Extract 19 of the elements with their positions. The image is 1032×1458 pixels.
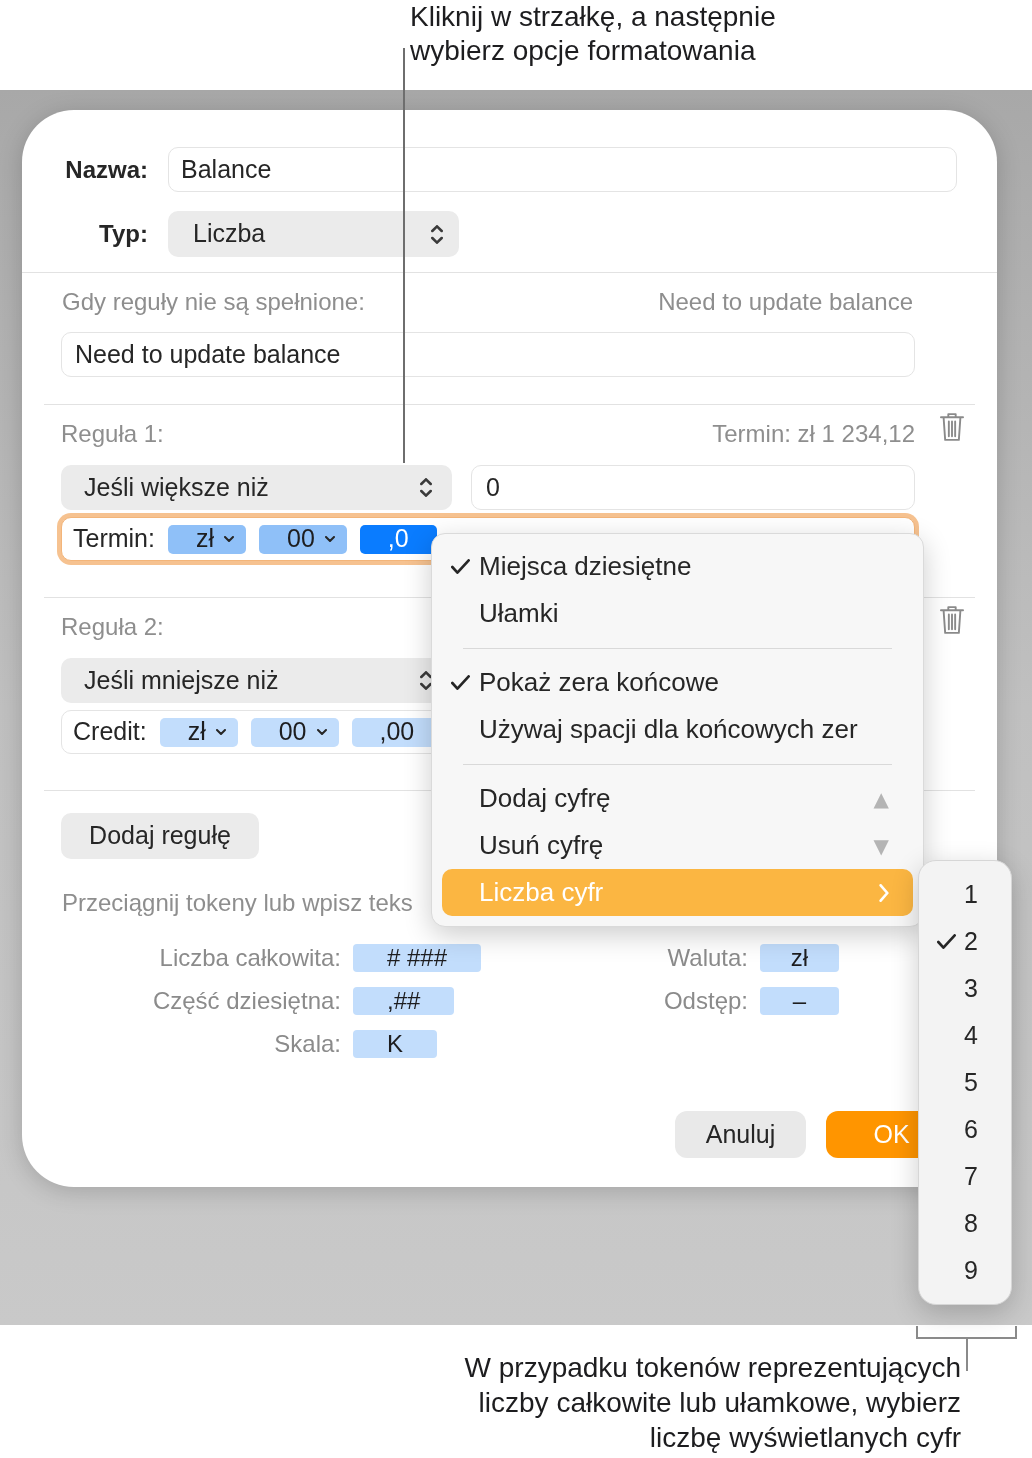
field-label: Termin: xyxy=(73,523,155,555)
legend-label: Odstęp: xyxy=(662,987,748,1015)
legend-label: Waluta: xyxy=(666,944,748,972)
section-label: Reguła 1: xyxy=(61,419,164,449)
preview-text: Need to update balance xyxy=(658,287,913,317)
legend-label: Skala: xyxy=(273,1030,341,1058)
callout-text: W przypadku tokenów reprezentujących liczby całkowite lub ułamkowe, wybierz liczbę wyświetlanych cyfr xyxy=(464,1351,961,1455)
legend-label: Liczba całkowita: xyxy=(158,944,341,972)
legend-label: Część dziesiętna: xyxy=(151,987,341,1015)
preview-text: Termin: zł 1 234,12 xyxy=(712,419,915,449)
field-label: Typ: xyxy=(98,219,148,249)
shortcut-glyph: ▼ xyxy=(873,832,889,860)
callout-text: Kliknij w strzałkę, a następnie wybierz opcje formatowania xyxy=(410,0,777,68)
field-label: Credit: xyxy=(73,716,147,748)
field-label: Nazwa: xyxy=(64,154,148,185)
section-label: Reguła 2: xyxy=(61,612,164,642)
section-label: Gdy reguły nie są spełnione: xyxy=(62,287,365,317)
shortcut-glyph: ▲ xyxy=(873,785,889,813)
hint-text: Przeciągnij tokeny lub wpisz teks xyxy=(62,888,413,918)
